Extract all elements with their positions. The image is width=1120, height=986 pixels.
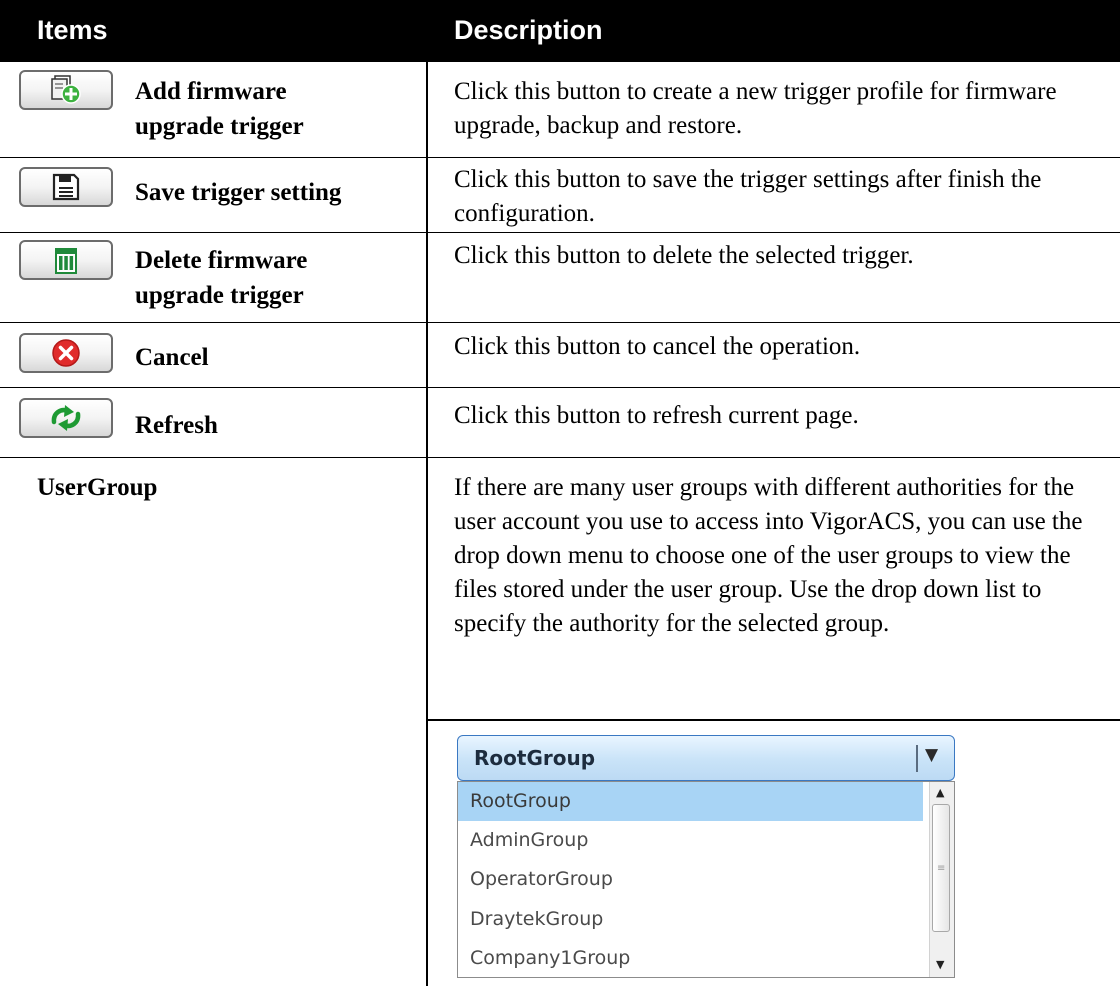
- refresh-icon: [51, 405, 81, 431]
- item-label-refresh: Refresh: [135, 412, 218, 439]
- trash-icon: [55, 248, 77, 274]
- add-firmware-trigger-button[interactable]: [19, 70, 113, 110]
- scroll-down-icon[interactable]: ▼: [936, 958, 944, 971]
- usergroup-select[interactable]: RootGroup ▼: [457, 735, 955, 781]
- table-header: Items Description: [0, 0, 1120, 62]
- description-add-firmware: Click this button to create a new trigge…: [454, 78, 1057, 139]
- item-label-usergroup: UserGroup: [37, 474, 158, 501]
- header-description: Description: [454, 15, 603, 45]
- item-label-save: Save trigger setting: [135, 179, 342, 206]
- save-icon: [52, 173, 80, 201]
- option-operatorgroup[interactable]: OperatorGroup: [458, 860, 923, 899]
- option-company1group[interactable]: Company1Group: [458, 939, 923, 977]
- table-row: Delete firmware upgrade trigger Click th…: [0, 233, 1120, 323]
- description-cancel: Click this button to cancel the operatio…: [454, 333, 861, 360]
- save-trigger-button[interactable]: [19, 167, 113, 207]
- usergroup-dropdown: RootGroup ▼ RootGroup AdminGroup Operato…: [455, 735, 957, 980]
- table-row: Cancel Click this button to cancel the o…: [0, 323, 1120, 388]
- description-refresh: Click this button to refresh current pag…: [454, 402, 859, 429]
- delete-firmware-trigger-button[interactable]: [19, 240, 113, 280]
- chevron-down-icon[interactable]: ▼: [925, 745, 938, 765]
- option-admingroup[interactable]: AdminGroup: [458, 821, 923, 860]
- refresh-button[interactable]: [19, 398, 113, 438]
- description-usergroup: If there are many user groups with diffe…: [454, 474, 1083, 637]
- item-label-delete-firmware: Delete firmware upgrade trigger: [135, 247, 308, 309]
- description-delete-firmware: Click this button to delete the selected…: [454, 242, 914, 269]
- item-label-cancel: Cancel: [135, 344, 209, 371]
- add-file-icon: [51, 75, 81, 104]
- scroll-thumb[interactable]: ≡: [932, 804, 950, 932]
- table-row: Refresh Click this button to refresh cur…: [0, 388, 1120, 458]
- cancel-button[interactable]: [19, 333, 113, 373]
- cell-divider: [427, 719, 1120, 721]
- item-label-add-firmware: Add firmware upgrade trigger: [135, 78, 304, 140]
- description-save: Click this button to save the trigger se…: [454, 166, 1042, 227]
- table-row: Save trigger setting Click this button t…: [0, 158, 1120, 233]
- select-separator: [916, 745, 918, 772]
- option-draytekgroup[interactable]: DraytekGroup: [458, 900, 923, 939]
- header-items: Items: [37, 15, 108, 45]
- scroll-up-icon[interactable]: ▲: [936, 786, 944, 799]
- table-row: Add firmware upgrade trigger Click this …: [0, 62, 1120, 158]
- grip-icon: ≡: [937, 863, 946, 874]
- list-scrollbar[interactable]: ▲ ≡ ▼: [929, 782, 954, 977]
- select-value: RootGroup: [474, 746, 596, 770]
- option-rootgroup[interactable]: RootGroup: [458, 782, 923, 822]
- cancel-icon: [52, 339, 80, 367]
- usergroup-options-list: RootGroup AdminGroup OperatorGroup Drayt…: [457, 781, 955, 978]
